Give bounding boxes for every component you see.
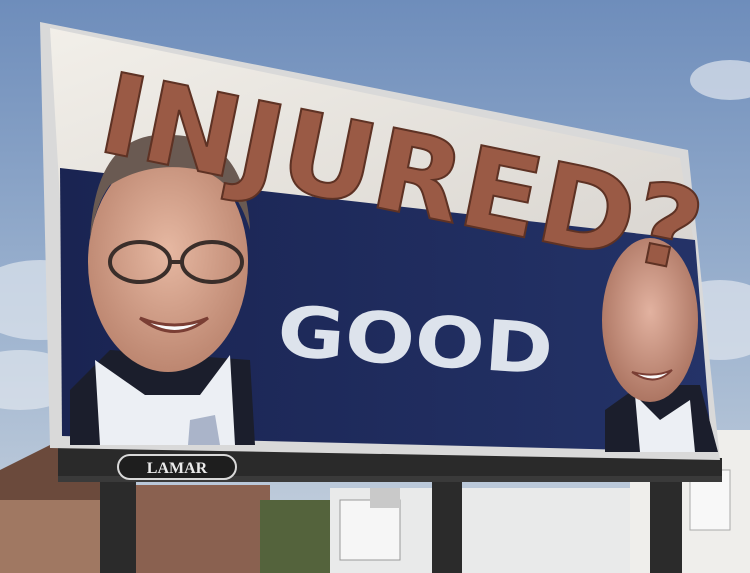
lamar-logo: LAMAR bbox=[117, 454, 237, 480]
vendor-label: LAMAR bbox=[147, 460, 208, 477]
billboard-scene: INJURED? GOOD LAMAR bbox=[0, 0, 750, 573]
